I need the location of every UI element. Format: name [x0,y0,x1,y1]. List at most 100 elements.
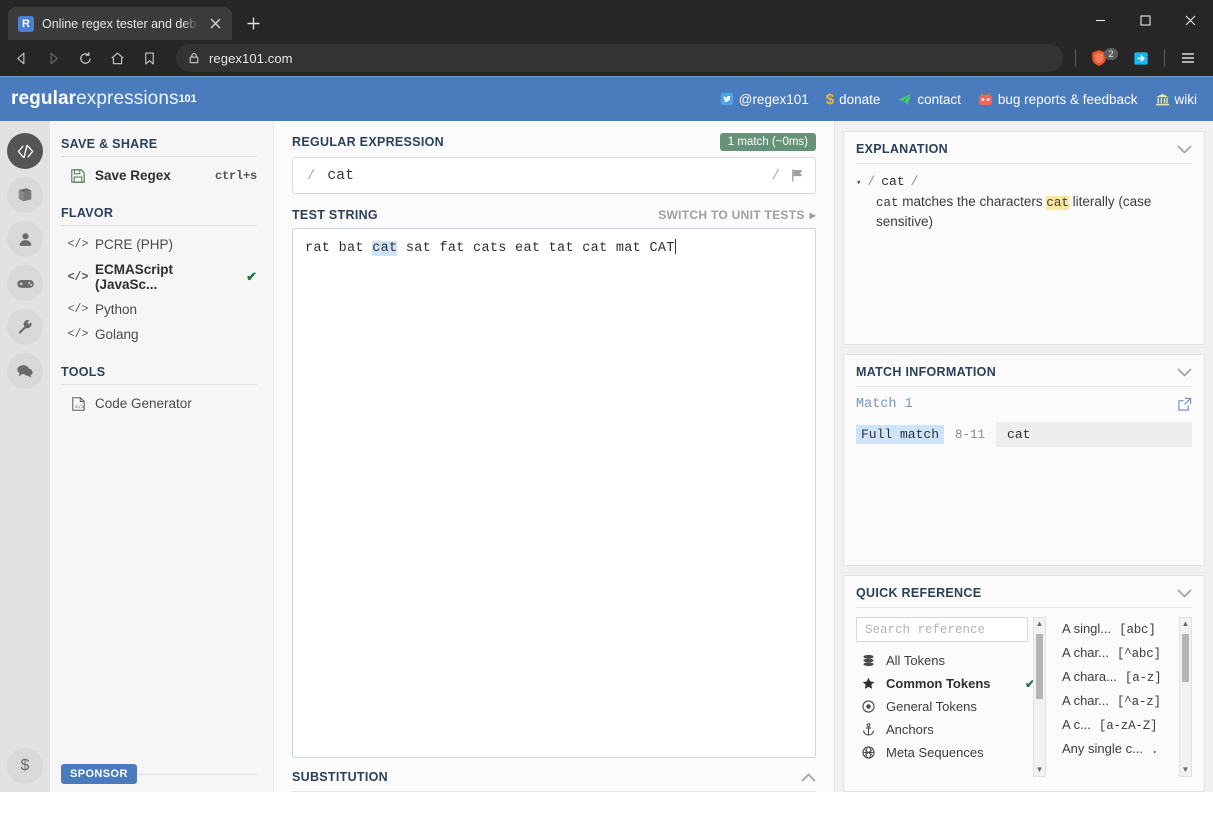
flavor-item-ecmascript[interactable]: </> ECMAScript (JavaSc... ✔ [61,257,257,297]
regex-value[interactable]: cat [315,168,771,184]
qref-token-row[interactable]: Any single c... . [1062,737,1179,761]
new-tab-button[interactable] [238,8,268,38]
qref-category-all-tokens[interactable]: All Tokens [856,649,1045,672]
nav-donate[interactable]: $ donate [826,91,881,108]
search-reference-input[interactable]: Search reference [856,617,1028,642]
nav-bug-reports[interactable]: bug reports & feedback [978,92,1138,107]
target-icon [860,700,876,713]
nav-contact[interactable]: contact [897,92,961,107]
brave-shield-icon[interactable]: 2 [1084,44,1124,72]
nav-bug-reports-label: bug reports & feedback [997,91,1138,107]
back-icon[interactable] [6,44,36,72]
match-information-header[interactable]: MATCH INFORMATION [856,365,1192,387]
browser-titlebar: R Online regex tester and debugger: [0,0,1213,40]
extension-icon[interactable] [1126,44,1156,72]
url-bar[interactable]: regex101.com [176,44,1063,72]
explanation-pattern-row[interactable]: ▾ / cat / [856,173,1192,192]
rail-item-library[interactable] [7,177,43,213]
tool-item-code-generator[interactable]: </> Code Generator [61,391,257,416]
flavor-label: ECMAScript (JavaSc... [95,262,174,292]
quick-reference-header[interactable]: QUICK REFERENCE [856,586,1192,608]
code-icon: </> [67,303,89,316]
quick-reference-panel: QUICK REFERENCE Search reference All Tok… [843,575,1205,792]
match-information-title: MATCH INFORMATION [856,365,997,379]
gamepad-icon [16,274,35,293]
qref-token-row[interactable]: A char... [^a-z] [1062,689,1179,713]
minimize-button[interactable] [1078,0,1123,40]
scroll-up-icon[interactable]: ▲ [1036,620,1044,628]
bank-icon [1155,92,1170,107]
close-window-button[interactable] [1168,0,1213,40]
chevron-up-icon[interactable] [801,770,816,784]
qref-token-code: . [1150,743,1159,757]
flavor-item-pcre[interactable]: </> PCRE (PHP) [61,232,257,257]
qref-category-meta-sequences[interactable]: Meta Sequences [856,741,1045,764]
nav-twitter[interactable]: @regex101 [720,92,809,107]
qref-token-row[interactable]: A char... [^abc] [1062,641,1179,665]
scrollbar-thumb[interactable] [1036,634,1043,699]
browser-navbar: regex101.com 2 [0,40,1213,76]
chevron-down-icon[interactable] [1177,365,1192,379]
switch-to-unit-tests-label: SWITCH TO UNIT TESTS [658,208,805,222]
qref-token-row[interactable]: A c... [a-zA-Z] [1062,713,1179,737]
reload-icon[interactable] [70,44,100,72]
rail-item-account[interactable] [7,221,43,257]
qref-token-row[interactable]: A singl... [abc] [1062,617,1179,641]
explanation-description: cat matches the characters cat literally… [856,192,1192,232]
explanation-desc-token: cat [876,195,899,210]
hamburger-menu-icon[interactable] [1173,44,1203,72]
logo-sup: 101 [178,93,197,105]
switch-to-unit-tests-button[interactable]: SWITCH TO UNIT TESTS ▸ [658,208,816,222]
rail-item-sponsor[interactable]: $ [7,748,43,784]
test-string-input[interactable]: rat bat cat sat fat cats eat tat cat mat… [292,228,816,758]
rail-item-settings[interactable] [7,309,43,345]
quick-reference-tokens-scrollbar[interactable]: ▲ ▼ [1179,617,1192,777]
match-row: Full match 8-11 cat [856,422,1192,447]
qref-token-code: [^a-z] [1116,695,1161,709]
browser-tab[interactable]: R Online regex tester and debugger: [8,7,232,40]
chevron-down-icon[interactable] [1177,142,1192,156]
scroll-down-icon[interactable]: ▼ [1182,766,1190,774]
qref-token-code: [a-z] [1124,671,1162,685]
maximize-button[interactable] [1123,0,1168,40]
flavor-item-python[interactable]: </> Python [61,297,257,322]
qref-token-code: [a-zA-Z] [1098,719,1158,733]
svg-text:</>: </> [75,404,84,410]
save-regex-button[interactable]: Save Regex ctrl+s [61,163,257,188]
explanation-header[interactable]: EXPLANATION [856,142,1192,164]
substitution-header[interactable]: SUBSTITUTION [292,758,816,792]
rail-item-community[interactable] [7,353,43,389]
chevron-down-icon[interactable] [1177,586,1192,600]
home-icon[interactable] [102,44,132,72]
close-icon[interactable] [206,15,224,33]
stack-icon [860,654,876,667]
nav-wiki[interactable]: wiki [1155,92,1197,107]
book-icon [16,186,34,204]
qref-category-general-tokens[interactable]: General Tokens [856,695,1045,718]
export-icon[interactable] [1177,397,1192,412]
qref-token-row[interactable]: A chara... [a-z] [1062,665,1179,689]
scrollbar-thumb[interactable] [1182,634,1189,682]
disclosure-triangle-icon[interactable]: ▾ [856,177,861,190]
regex-input[interactable]: / cat / [292,157,816,194]
quick-reference-categories-scrollbar[interactable]: ▲ ▼ [1033,617,1046,777]
scroll-up-icon[interactable]: ▲ [1182,620,1190,628]
rail-item-quiz[interactable] [7,265,43,301]
app-body: $ SAVE & SHARE Save Regex ctrl+s FLAVOR … [0,121,1213,792]
match-information-panel: MATCH INFORMATION Match 1 Full match 8-1… [843,354,1205,566]
code-icon [16,142,35,161]
site-logo[interactable]: regularexpressions101 [11,88,197,110]
bookmark-icon[interactable] [134,44,164,72]
flag-icon[interactable] [790,168,805,183]
url-text: regex101.com [209,50,293,66]
flavor-item-golang[interactable]: </> Golang [61,322,257,347]
scroll-down-icon[interactable]: ▼ [1036,766,1044,774]
sponsor-badge[interactable]: SPONSOR [61,764,137,784]
tools-title: TOOLS [61,361,257,385]
code-file-icon: </> [70,396,86,411]
qref-category-common-tokens[interactable]: Common Tokens ✔ [856,672,1045,695]
explanation-open-delim: / [867,174,876,189]
qref-category-anchors[interactable]: Anchors [856,718,1045,741]
code-icon: </> [67,238,89,251]
rail-item-regex-editor[interactable] [7,133,43,169]
